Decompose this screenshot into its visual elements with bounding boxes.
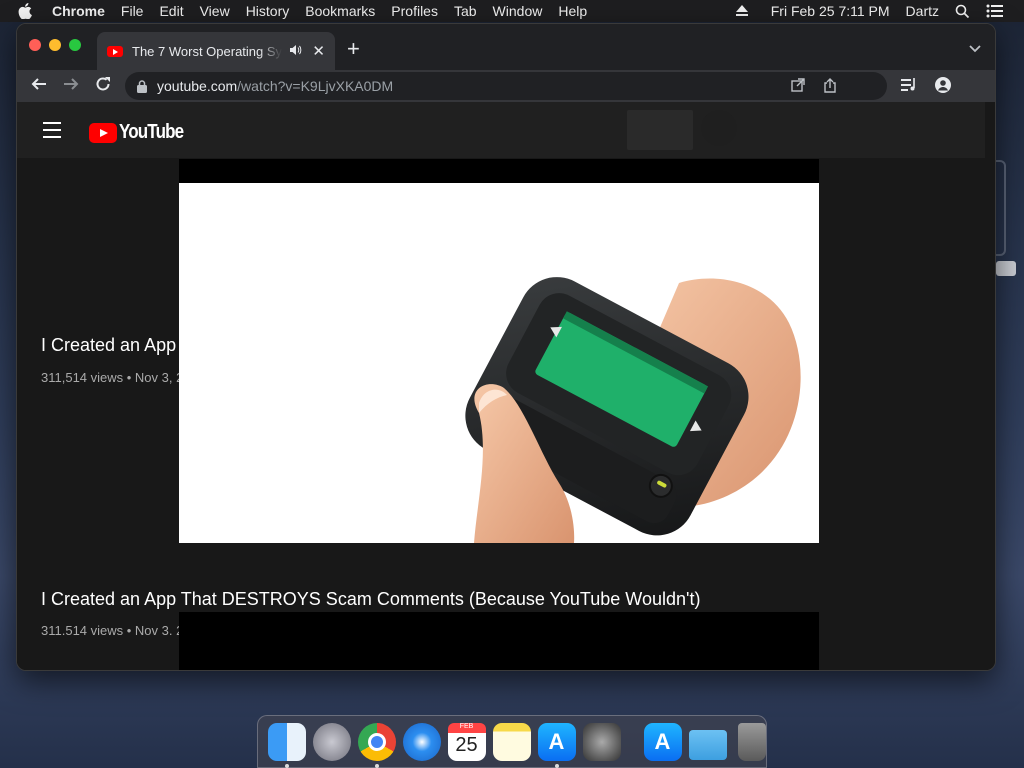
dock: FEB 25	[257, 715, 767, 768]
tab-strip: The 7 Worst Operating Systems ✕ +	[17, 24, 995, 70]
new-tab-plus-icon[interactable]: +	[347, 36, 360, 62]
url-path: /watch?v=K9LjvXKA0DM	[237, 78, 394, 94]
chrome-window: The 7 Worst Operating Systems ✕ + youtub…	[16, 23, 996, 671]
url-host: youtube.com	[157, 78, 238, 94]
reload-icon[interactable]	[95, 76, 111, 97]
hamburger-menu-icon[interactable]	[43, 122, 61, 143]
youtube-page: YouTube I Created an App That DESTROYS S…	[17, 102, 995, 670]
system-preferences-icon[interactable]	[582, 722, 621, 761]
finder-icon[interactable]	[267, 722, 306, 768]
open-in-app-icon[interactable]	[791, 78, 805, 95]
calendar-day: 25	[455, 733, 478, 756]
app-store-icon[interactable]	[537, 722, 576, 768]
downloads-folder-icon[interactable]	[688, 729, 727, 760]
menu-view[interactable]: View	[192, 3, 238, 19]
control-center-icon[interactable]	[978, 4, 1024, 18]
close-window-button[interactable]	[29, 39, 41, 51]
youtube-play-icon	[89, 122, 117, 143]
menu-window[interactable]: Window	[485, 3, 551, 19]
spotlight-search-icon[interactable]	[947, 4, 978, 19]
youtube-header: YouTube	[17, 102, 985, 158]
loading-avatar-placeholder	[701, 110, 737, 146]
running-indicator	[554, 763, 559, 768]
tab-search-chevron-icon[interactable]	[969, 40, 981, 58]
window-controls	[29, 39, 81, 51]
video-title-duplicate: I Created an App That DESTROYS Scam Comm…	[41, 589, 701, 609]
zoom-window-button[interactable]	[69, 39, 81, 51]
menu-help[interactable]: Help	[550, 3, 595, 19]
background-window-edge	[996, 160, 1006, 256]
browser-toolbar: youtube.com/watch?v=K9LjvXKA0DM	[17, 70, 995, 102]
trash-icon[interactable]	[738, 722, 766, 761]
eject-icon[interactable]	[727, 5, 757, 17]
apple-menu-icon[interactable]	[18, 3, 44, 19]
menu-tab[interactable]: Tab	[446, 3, 485, 19]
tab-youtube[interactable]: The 7 Worst Operating Systems ✕	[97, 32, 335, 70]
app-store-downloads-icon[interactable]	[643, 722, 682, 761]
lock-icon[interactable]	[137, 79, 147, 93]
video-player[interactable]	[179, 183, 819, 543]
youtube-favicon-icon	[107, 45, 123, 57]
forward-arrow-icon[interactable]	[63, 76, 79, 97]
audio-playing-icon[interactable]	[290, 44, 302, 59]
menu-app-name[interactable]: Chrome	[44, 3, 113, 19]
running-indicator	[374, 763, 379, 768]
calendar-month: FEB	[447, 722, 486, 733]
minimize-window-button[interactable]	[49, 39, 61, 51]
player-bottom-bar	[179, 612, 819, 670]
profile-avatar-icon[interactable]	[935, 77, 951, 98]
media-control-icon[interactable]	[901, 78, 917, 97]
background-chip	[996, 261, 1016, 276]
menu-history[interactable]: History	[238, 3, 298, 19]
menu-clock[interactable]: Fri Feb 25 7:11 PM	[757, 3, 898, 19]
menu-bar: Chrome File Edit View History Bookmarks …	[0, 0, 1024, 22]
menu-bookmarks[interactable]: Bookmarks	[297, 3, 383, 19]
menu-edit[interactable]: Edit	[151, 3, 191, 19]
back-arrow-icon[interactable]	[31, 76, 47, 97]
running-indicator	[284, 763, 289, 768]
safari-icon[interactable]	[402, 722, 441, 761]
menu-file[interactable]: File	[113, 3, 152, 19]
chrome-icon[interactable]	[357, 722, 396, 768]
player-top-bar	[179, 159, 819, 183]
close-tab-icon[interactable]: ✕	[312, 42, 325, 60]
calendar-icon[interactable]: FEB 25	[447, 722, 486, 761]
address-bar[interactable]: youtube.com/watch?v=K9LjvXKA0DM	[125, 72, 887, 100]
launchpad-icon[interactable]	[312, 722, 351, 761]
menu-profiles[interactable]: Profiles	[383, 3, 446, 19]
menu-user[interactable]: Dartz	[898, 3, 947, 19]
share-icon[interactable]	[823, 78, 837, 96]
tab-title: The 7 Worst Operating Systems	[132, 43, 283, 59]
pager-video-frame	[179, 183, 819, 543]
loading-placeholder	[627, 110, 693, 150]
notes-icon[interactable]	[492, 722, 531, 761]
youtube-logo[interactable]: YouTube	[89, 121, 195, 144]
